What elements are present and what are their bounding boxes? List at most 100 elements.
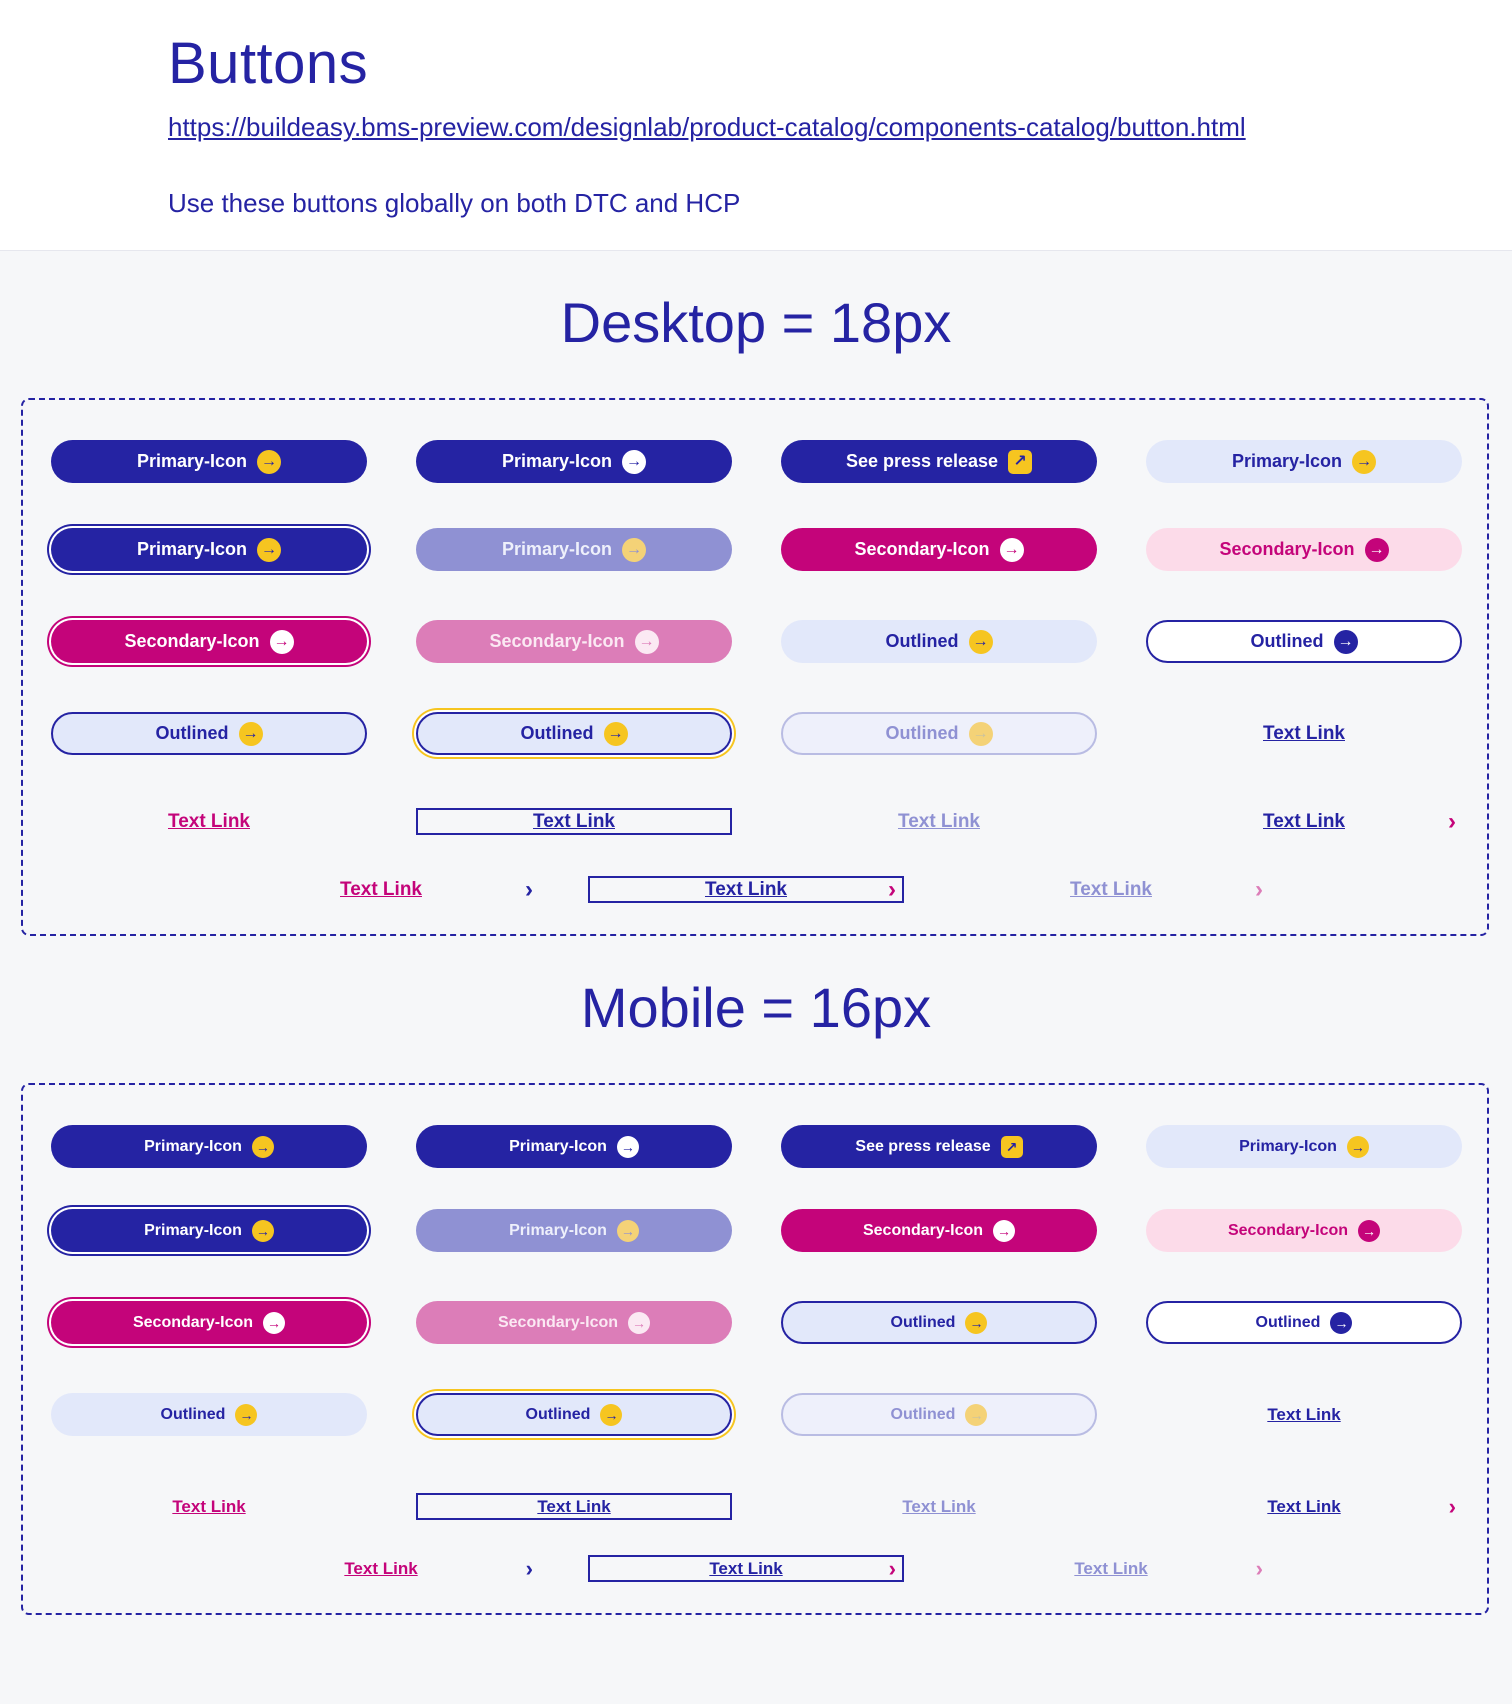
button-secondary[interactable]: Secondary-Icon → <box>781 1209 1097 1252</box>
button-primary-light[interactable]: Primary-Icon → <box>1146 440 1462 483</box>
page-description: Use these buttons globally on both DTC a… <box>168 188 741 218</box>
button-primary-external-icon[interactable]: See press release ↗ <box>781 440 1097 483</box>
button-primary-external-icon[interactable]: See press release ↗ <box>781 1125 1097 1168</box>
text-link-muted[interactable]: Text Link <box>781 1485 1097 1528</box>
link-label: Text Link <box>705 878 787 900</box>
arrow-right-circle-icon: → <box>263 1311 286 1334</box>
button-label: Primary-Icon <box>509 1221 607 1239</box>
button-outlined-filled[interactable]: Outlined → <box>781 1301 1097 1344</box>
button-label: Outlined <box>1255 1313 1321 1331</box>
link-label: Text Link <box>1267 1496 1341 1516</box>
button-secondary-disabled[interactable]: Secondary-Icon → <box>416 620 732 663</box>
button-label: Outlined <box>885 723 959 743</box>
button-primary-yellow-icon[interactable]: Primary-Icon → <box>51 440 367 483</box>
button-label: Secondary-Icon <box>1219 539 1355 559</box>
button-secondary-light[interactable]: Secondary-Icon → <box>1146 528 1462 571</box>
text-link-magenta-chevron[interactable]: Text Link › <box>223 1547 539 1590</box>
link-label: Text Link <box>340 878 422 900</box>
chevron-right-icon: › <box>1255 875 1263 903</box>
button-outlined-white[interactable]: Outlined → <box>1146 1301 1462 1344</box>
arrow-right-circle-icon: → <box>238 721 263 746</box>
arrow-right-circle-icon: → <box>965 1403 988 1426</box>
header-panel: Buttons https://buildeasy.bms-preview.co… <box>0 0 1512 251</box>
button-outlined-white[interactable]: Outlined → <box>1146 620 1462 663</box>
button-outlined-disabled[interactable]: Outlined → <box>781 1393 1097 1436</box>
text-link-muted-chevron[interactable]: Text Link › <box>953 1547 1269 1590</box>
text-link-magenta-chevron[interactable]: Text Link › <box>223 868 539 911</box>
button-secondary-light[interactable]: Secondary-Icon → <box>1146 1209 1462 1252</box>
arrow-right-circle-icon: → <box>628 1311 651 1334</box>
button-primary-disabled[interactable]: Primary-Icon → <box>416 1209 732 1252</box>
arrow-right-circle-icon: → <box>1333 629 1358 654</box>
text-link-navy-boxed[interactable]: Text Link <box>416 1493 732 1520</box>
link-label: Text Link <box>1267 1404 1341 1424</box>
button-label: Primary-Icon <box>136 539 248 559</box>
button-secondary-focus[interactable]: Secondary-Icon → <box>51 620 367 663</box>
button-outlined-light[interactable]: Outlined → <box>781 620 1097 663</box>
arrow-right-circle-icon: → <box>1358 1219 1381 1242</box>
button-label: Primary-Icon <box>1239 1137 1337 1155</box>
link-label: Text Link <box>1263 810 1345 832</box>
section-title-desktop: Desktop = 18px <box>560 291 952 354</box>
link-label: Text Link <box>344 1558 418 1578</box>
catalog-url-link[interactable]: https://buildeasy.bms-preview.com/design… <box>168 112 1248 142</box>
arrow-right-circle-icon: → <box>622 449 647 474</box>
button-outlined-filled[interactable]: Outlined → <box>51 712 367 755</box>
desktop-button-frame: Primary-Icon → Primary-Icon → See press rele… <box>21 398 1489 936</box>
arrow-right-circle-icon: → <box>634 629 659 654</box>
text-link-navy[interactable]: Text Link <box>1146 712 1462 755</box>
button-secondary-disabled[interactable]: Secondary-Icon → <box>416 1301 732 1344</box>
button-primary-yellow-icon[interactable]: Primary-Icon → <box>51 1125 367 1168</box>
arrow-right-circle-icon: → <box>257 449 282 474</box>
link-label: Text Link <box>1074 1558 1148 1578</box>
button-primary-white-icon[interactable]: Primary-Icon → <box>416 440 732 483</box>
arrow-right-circle-icon: → <box>1330 1311 1353 1334</box>
text-link-navy-chevron[interactable]: Text Link › <box>1146 1485 1462 1528</box>
button-outlined-focus[interactable]: Outlined → <box>416 712 732 755</box>
chevron-right-icon: › <box>888 875 896 903</box>
link-label: Text Link <box>1070 878 1152 900</box>
text-link-navy-boxed-chevron[interactable]: Text Link › <box>588 1555 904 1582</box>
button-primary-focus[interactable]: Primary-Icon → <box>51 1209 367 1252</box>
button-primary-focus[interactable]: Primary-Icon → <box>51 528 367 571</box>
button-label: Secondary-Icon <box>124 631 260 651</box>
arrow-right-circle-icon: → <box>616 1135 639 1158</box>
button-outlined-disabled[interactable]: Outlined → <box>781 712 1097 755</box>
button-label: Primary-Icon <box>1231 451 1343 471</box>
button-label: Primary-Icon <box>501 451 613 471</box>
button-primary-disabled[interactable]: Primary-Icon → <box>416 528 732 571</box>
chevron-right-icon: › <box>525 875 533 903</box>
text-link-magenta[interactable]: Text Link <box>51 800 367 843</box>
arrow-right-circle-icon: → <box>993 1219 1016 1242</box>
button-label: Secondary-Icon <box>132 1313 254 1331</box>
text-link-magenta[interactable]: Text Link <box>51 1485 367 1528</box>
button-secondary[interactable]: Secondary-Icon → <box>781 528 1097 571</box>
arrow-right-circle-icon: → <box>968 721 993 746</box>
chevron-right-icon: › <box>525 1555 533 1581</box>
link-label: Text Link <box>172 1496 246 1516</box>
button-secondary-focus[interactable]: Secondary-Icon → <box>51 1301 367 1344</box>
text-link-muted[interactable]: Text Link <box>781 800 1097 843</box>
text-link-navy-chevron[interactable]: Text Link › <box>1146 800 1462 843</box>
button-label: Primary-Icon <box>144 1221 242 1239</box>
button-outlined-focus[interactable]: Outlined → <box>416 1393 732 1436</box>
button-primary-white-icon[interactable]: Primary-Icon → <box>416 1125 732 1168</box>
external-link-icon: ↗ <box>1000 1135 1023 1158</box>
link-label: Text Link <box>1263 722 1345 744</box>
button-label: Outlined <box>160 1405 226 1423</box>
button-primary-light[interactable]: Primary-Icon → <box>1146 1125 1462 1168</box>
arrow-right-circle-icon: → <box>1352 449 1377 474</box>
link-label: Text Link <box>168 810 250 832</box>
button-label: Secondary-Icon <box>489 631 625 651</box>
text-link-navy[interactable]: Text Link <box>1146 1393 1462 1436</box>
text-link-navy-boxed[interactable]: Text Link <box>416 808 732 835</box>
text-link-muted-chevron[interactable]: Text Link › <box>953 868 1269 911</box>
link-label: Text Link <box>898 810 980 832</box>
button-label: Outlined <box>525 1405 591 1423</box>
external-link-icon: ↗ <box>1008 449 1033 474</box>
chevron-right-icon: › <box>888 1555 896 1581</box>
button-outlined-light[interactable]: Outlined → <box>51 1393 367 1436</box>
button-label: Outlined <box>885 631 959 651</box>
button-label: Primary-Icon <box>144 1137 242 1155</box>
text-link-navy-boxed-chevron[interactable]: Text Link › <box>588 876 904 903</box>
